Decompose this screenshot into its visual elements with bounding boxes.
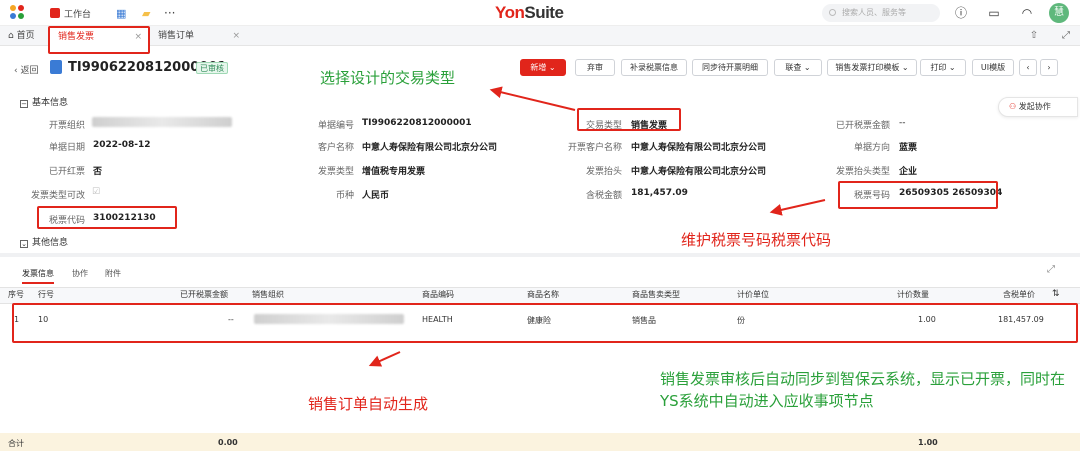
annotation-maintain-tax: 维护税票号码税票代码 — [681, 231, 832, 249]
arrow-to-tax-no — [769, 199, 826, 216]
arrow-to-trans-type — [489, 86, 576, 111]
arrow-to-order — [368, 351, 401, 367]
annotation-choose-type: 选择设计的交易类型 — [320, 69, 456, 87]
annotation-auto-order: 销售订单自动生成 — [308, 395, 429, 413]
annotation-sync-note: 销售发票审核后自动同步到智保云系统，显示已开票，同时在YS系统中自动进入应收事项… — [660, 370, 1066, 410]
